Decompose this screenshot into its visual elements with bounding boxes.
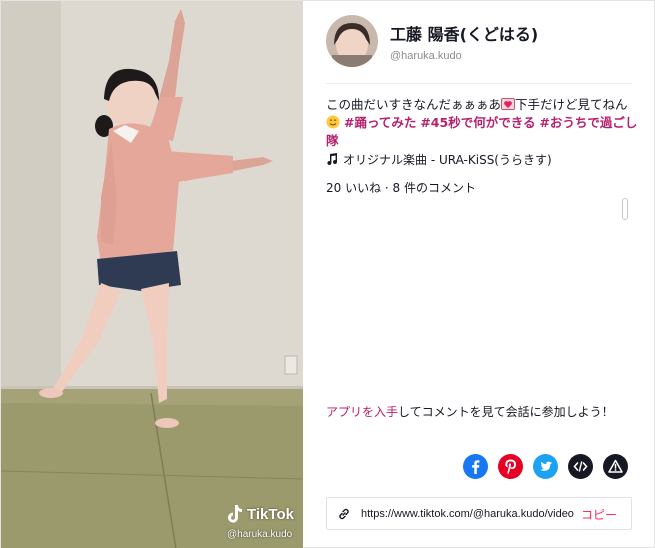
pinterest-icon: [498, 454, 523, 479]
share-link-box: https://www.tiktok.com/@haruka.kudo/vide…: [326, 497, 632, 530]
watermark-handle: @haruka.kudo: [227, 529, 293, 540]
caption-scrollbar[interactable]: [622, 198, 628, 220]
code-icon: [568, 454, 593, 479]
link-icon: [339, 508, 349, 519]
music-label: オリジナル楽曲 - URA-KiSS(うらきす): [343, 153, 552, 167]
heart-letter-emoji-icon: [501, 98, 516, 110]
header-divider: [326, 83, 632, 84]
author-names: 工藤 陽香(くどはる) @haruka.kudo: [390, 21, 538, 62]
video-player[interactable]: TikTok @haruka.kudo: [1, 1, 303, 548]
twitter-share-button[interactable]: [533, 454, 558, 479]
author-username[interactable]: @haruka.kudo: [390, 50, 538, 62]
facebook-share-button[interactable]: [463, 454, 488, 479]
avatar[interactable]: [326, 15, 378, 67]
tiktok-watermark: TikTok: [225, 504, 294, 524]
report-button[interactable]: [603, 454, 628, 479]
avatar-image: [326, 15, 378, 67]
post-info-panel: 工藤 陽香(くどはる) @haruka.kudo この曲だいすきなんだぁぁぁあ下…: [303, 1, 655, 548]
music-info[interactable]: オリジナル楽曲 - URA-KiSS(うらきす): [326, 151, 552, 168]
warning-icon: [603, 454, 628, 479]
caption-text-2: 下手だけど見てねん: [515, 97, 628, 112]
author-display-name[interactable]: 工藤 陽香(くどはる): [390, 21, 538, 45]
tiktok-note-icon: [228, 505, 242, 523]
hashtag-link[interactable]: #45秒で何ができる: [420, 115, 535, 130]
twitter-icon: [533, 454, 558, 479]
author-header[interactable]: 工藤 陽香(くどはる) @haruka.kudo: [326, 15, 538, 67]
share-buttons: [463, 454, 628, 479]
smiling-face-emoji-icon: [326, 115, 340, 129]
get-app-prompt: アプリを入手してコメントを見て会話に参加しよう！: [326, 403, 614, 420]
get-app-link[interactable]: アプリを入手: [326, 405, 398, 419]
caption-text-1: この曲だいすきなんだぁぁぁあ: [326, 97, 502, 112]
caption: この曲だいすきなんだぁぁぁあ 下手だけど見てねん #踊ってみた #45秒で何ができ…: [326, 96, 638, 150]
music-note-icon: [327, 153, 337, 166]
embed-code-button[interactable]: [568, 454, 593, 479]
get-app-rest-text: してコメントを見て会話に参加しよう！: [398, 405, 614, 419]
tiktok-embed: TikTok @haruka.kudo 工藤 陽香(くどはる) @haruka.…: [0, 0, 655, 548]
video-frame: [1, 1, 303, 548]
tiktok-brand-text: TikTok: [247, 505, 294, 523]
share-url-text[interactable]: https://www.tiktok.com/@haruka.kudo/vide…: [361, 508, 576, 520]
facebook-icon: [463, 454, 488, 479]
hashtag-link[interactable]: #踊ってみた: [344, 115, 416, 130]
engagement-stats: 20 いいね · 8 件のコメント: [326, 181, 476, 195]
pinterest-share-button[interactable]: [498, 454, 523, 479]
copy-link-button[interactable]: コピー: [581, 506, 617, 523]
